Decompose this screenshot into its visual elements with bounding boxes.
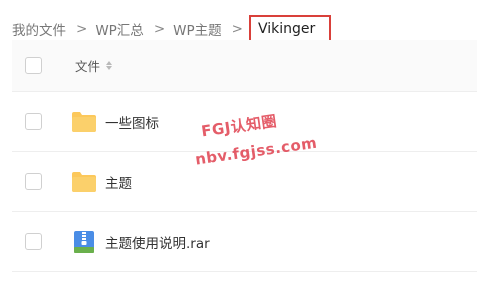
breadcrumb-item-my-files[interactable]: 我的文件 (12, 19, 66, 39)
file-row[interactable]: 主题 (12, 152, 477, 212)
sort-icon[interactable] (106, 61, 113, 70)
file-name[interactable]: 主题 (105, 172, 132, 192)
file-name[interactable]: 一些图标 (105, 112, 159, 132)
file-list-header: 文件 (12, 40, 477, 92)
row-checkbox[interactable] (25, 113, 42, 130)
name-column-label: 文件 (75, 59, 101, 74)
file-list: 文件 一些图标 主题 主题使用说明.rar (12, 40, 477, 272)
select-all-checkbox[interactable] (25, 57, 42, 74)
file-row[interactable]: 一些图标 (12, 92, 477, 152)
breadcrumb-separator: > (153, 21, 166, 37)
folder-icon (71, 169, 97, 195)
row-checkbox[interactable] (25, 233, 42, 250)
archive-file-icon (71, 229, 97, 255)
row-checkbox[interactable] (25, 173, 42, 190)
breadcrumb-separator: > (76, 21, 88, 37)
breadcrumb-current-folder: Vikinger (248, 15, 332, 43)
breadcrumb-separator: > (231, 21, 243, 37)
folder-icon (71, 109, 97, 135)
name-column-header[interactable]: 文件 (75, 56, 113, 75)
breadcrumb-item-wp-summary[interactable]: WP汇总 (95, 19, 144, 39)
breadcrumb-item-wp-themes[interactable]: WP主题 (173, 19, 222, 39)
file-name[interactable]: 主题使用说明.rar (105, 232, 210, 252)
file-row[interactable]: 主题使用说明.rar (12, 212, 477, 272)
